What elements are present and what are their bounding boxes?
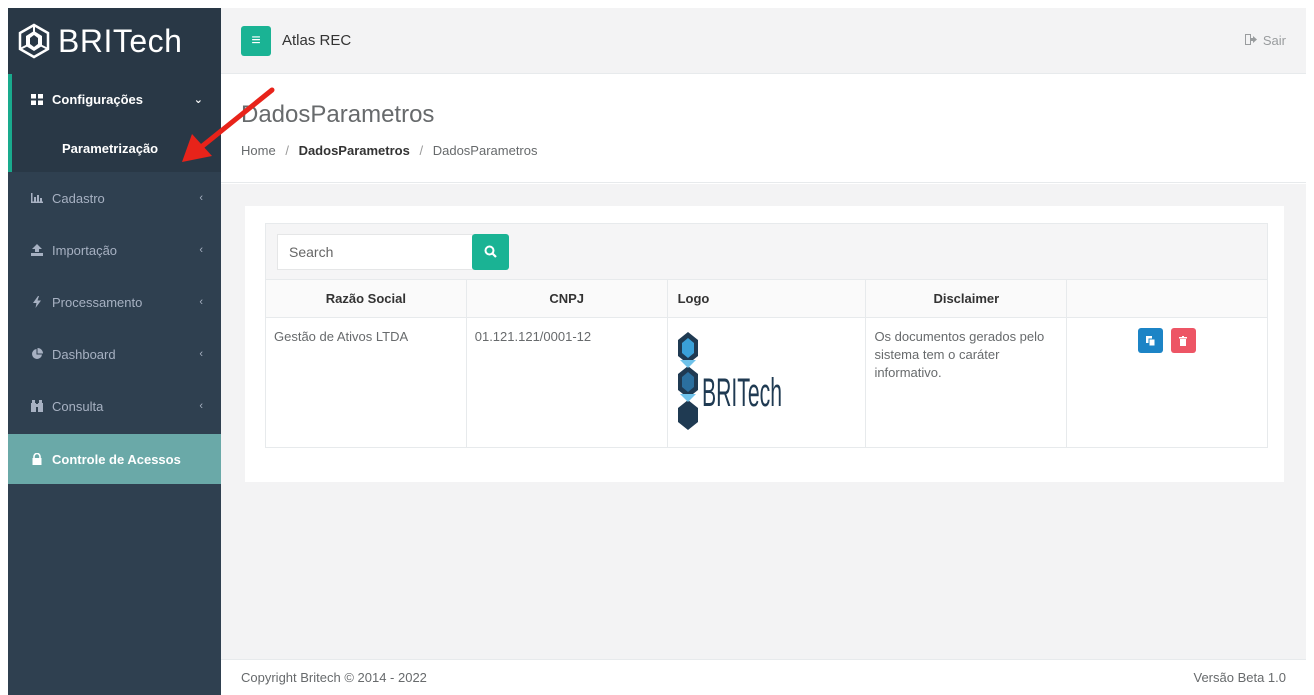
copy-button[interactable] [1138,328,1164,353]
cell-logo: BRITech [666,317,867,448]
breadcrumb-current: DadosParametros [432,143,538,158]
column-header-actions [1066,279,1268,318]
sidebar-item-processamento[interactable]: Processamento ‹ [8,276,221,328]
sidebar-item-cadastro[interactable]: Cadastro ‹ [8,172,221,224]
sidebar-item-label: Importação [52,242,118,258]
sidebar-item-importacao[interactable]: Importação ‹ [8,224,221,276]
grid-icon [30,93,44,105]
table-row: Gestão de Ativos LTDA 01.121.121/0001-12 [265,317,1268,448]
company-logo-image: BRITech [677,332,782,430]
page-heading: DadosParametros Home / DadosParametros /… [221,75,1306,183]
sidebar-item-consulta[interactable]: Consulta ‹ [8,380,221,432]
cell-cnpj: 01.121.121/0001-12 [465,317,668,448]
pie-chart-icon [30,348,44,360]
binoculars-icon [30,400,44,412]
footer-version: Versão Beta 1.0 [1193,670,1286,685]
parametros-table: Razão Social CNPJ Logo Disclaimer Gestão… [265,279,1268,448]
cell-razao-social: Gestão de Ativos LTDA [265,317,467,448]
app-frame: BRITech Configurações ⌄ Parametrização C… [8,8,1306,695]
hamburger-icon: ≡ [251,31,261,49]
menu-toggle-button[interactable]: ≡ [241,25,271,56]
bolt-icon [30,296,44,308]
sidebar-item-label: Processamento [52,294,143,310]
lock-icon [30,453,44,465]
copy-icon [1146,335,1156,346]
britech-logo-icon [18,23,50,59]
sidebar-item-label: Dashboard [52,346,116,362]
content-panel: Razão Social CNPJ Logo Disclaimer Gestão… [245,206,1284,482]
chevron-left-icon: ‹ [199,348,203,360]
breadcrumb-separator: / [285,143,289,158]
logout-label: Sair [1262,33,1286,48]
cell-disclaimer: Os documentos gerados pelo sistema tem o… [865,317,1068,448]
brand-name: BRITech [58,22,183,59]
search-input[interactable] [277,233,473,270]
search-icon [484,245,497,258]
trash-icon [1179,335,1188,346]
top-navbar: ≡ Atlas REC Sair [221,8,1306,74]
sidebar-item-controle-de-acessos[interactable]: Controle de Acessos [8,434,221,484]
column-header-disclaimer[interactable]: Disclaimer [865,279,1068,318]
breadcrumb-section[interactable]: DadosParametros [299,143,410,158]
chevron-left-icon: ‹ [199,296,203,308]
app-title: Atlas REC [282,32,352,49]
company-logo-text: BRITech [702,371,782,415]
breadcrumb: Home / DadosParametros / DadosParametros [241,143,1306,158]
cell-actions [1066,317,1268,448]
main-content: Razão Social CNPJ Logo Disclaimer Gestão… [221,184,1306,660]
table-header-row: Razão Social CNPJ Logo Disclaimer [265,279,1268,318]
upload-icon [30,244,44,256]
brand-logo[interactable]: BRITech [8,8,221,74]
footer-copyright: Copyright Britech © 2014 - 2022 [241,670,427,685]
sidebar-item-label: Configurações [52,91,144,107]
sidebar-item-label: Cadastro [52,190,105,206]
data-table-container: Razão Social CNPJ Logo Disclaimer Gestão… [265,223,1268,448]
column-header-razao-social[interactable]: Razão Social [265,279,467,318]
chevron-left-icon: ‹ [199,244,203,256]
sidebar-item-label: Consulta [52,398,104,414]
chevron-left-icon: ‹ [199,192,203,204]
bar-chart-icon [30,193,44,203]
search-bar [266,224,1267,279]
page-title: DadosParametros [241,101,435,128]
column-header-logo[interactable]: Logo [666,279,867,318]
sidebar-item-label: Controle de Acessos [52,451,181,467]
sidebar-item-dashboard[interactable]: Dashboard ‹ [8,328,221,380]
sign-out-icon [1244,33,1257,48]
breadcrumb-separator: / [419,143,424,158]
delete-button[interactable] [1170,328,1196,353]
search-button[interactable] [472,233,509,270]
annotation-arrow-icon [182,87,275,162]
column-header-cnpj[interactable]: CNPJ [465,279,668,318]
chevron-left-icon: ‹ [199,400,203,412]
logout-link[interactable]: Sair [1244,33,1286,48]
footer: Copyright Britech © 2014 - 2022 Versão B… [221,659,1306,695]
